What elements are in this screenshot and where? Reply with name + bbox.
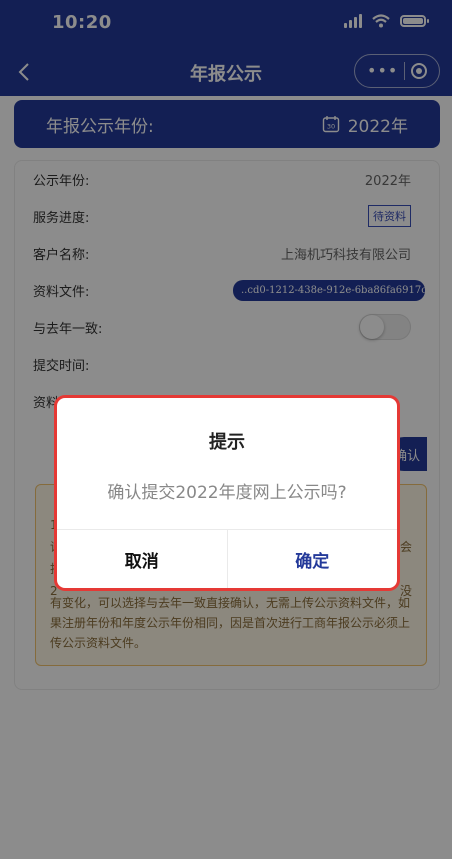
dialog-title: 提示: [209, 432, 245, 453]
cancel-button[interactable]: 取消: [57, 530, 228, 588]
ok-button[interactable]: 确定: [228, 530, 398, 588]
page: 10:20 年报公示 ••• 年报公示年份: 30 2022年 公示年份: 20…: [0, 0, 452, 859]
confirm-dialog: 提示 确认提交2022年度网上公示吗? 取消 确定: [57, 398, 397, 588]
dialog-actions: 取消 确定: [57, 529, 397, 588]
dialog-message: 确认提交2022年度网上公示吗?: [107, 483, 347, 503]
